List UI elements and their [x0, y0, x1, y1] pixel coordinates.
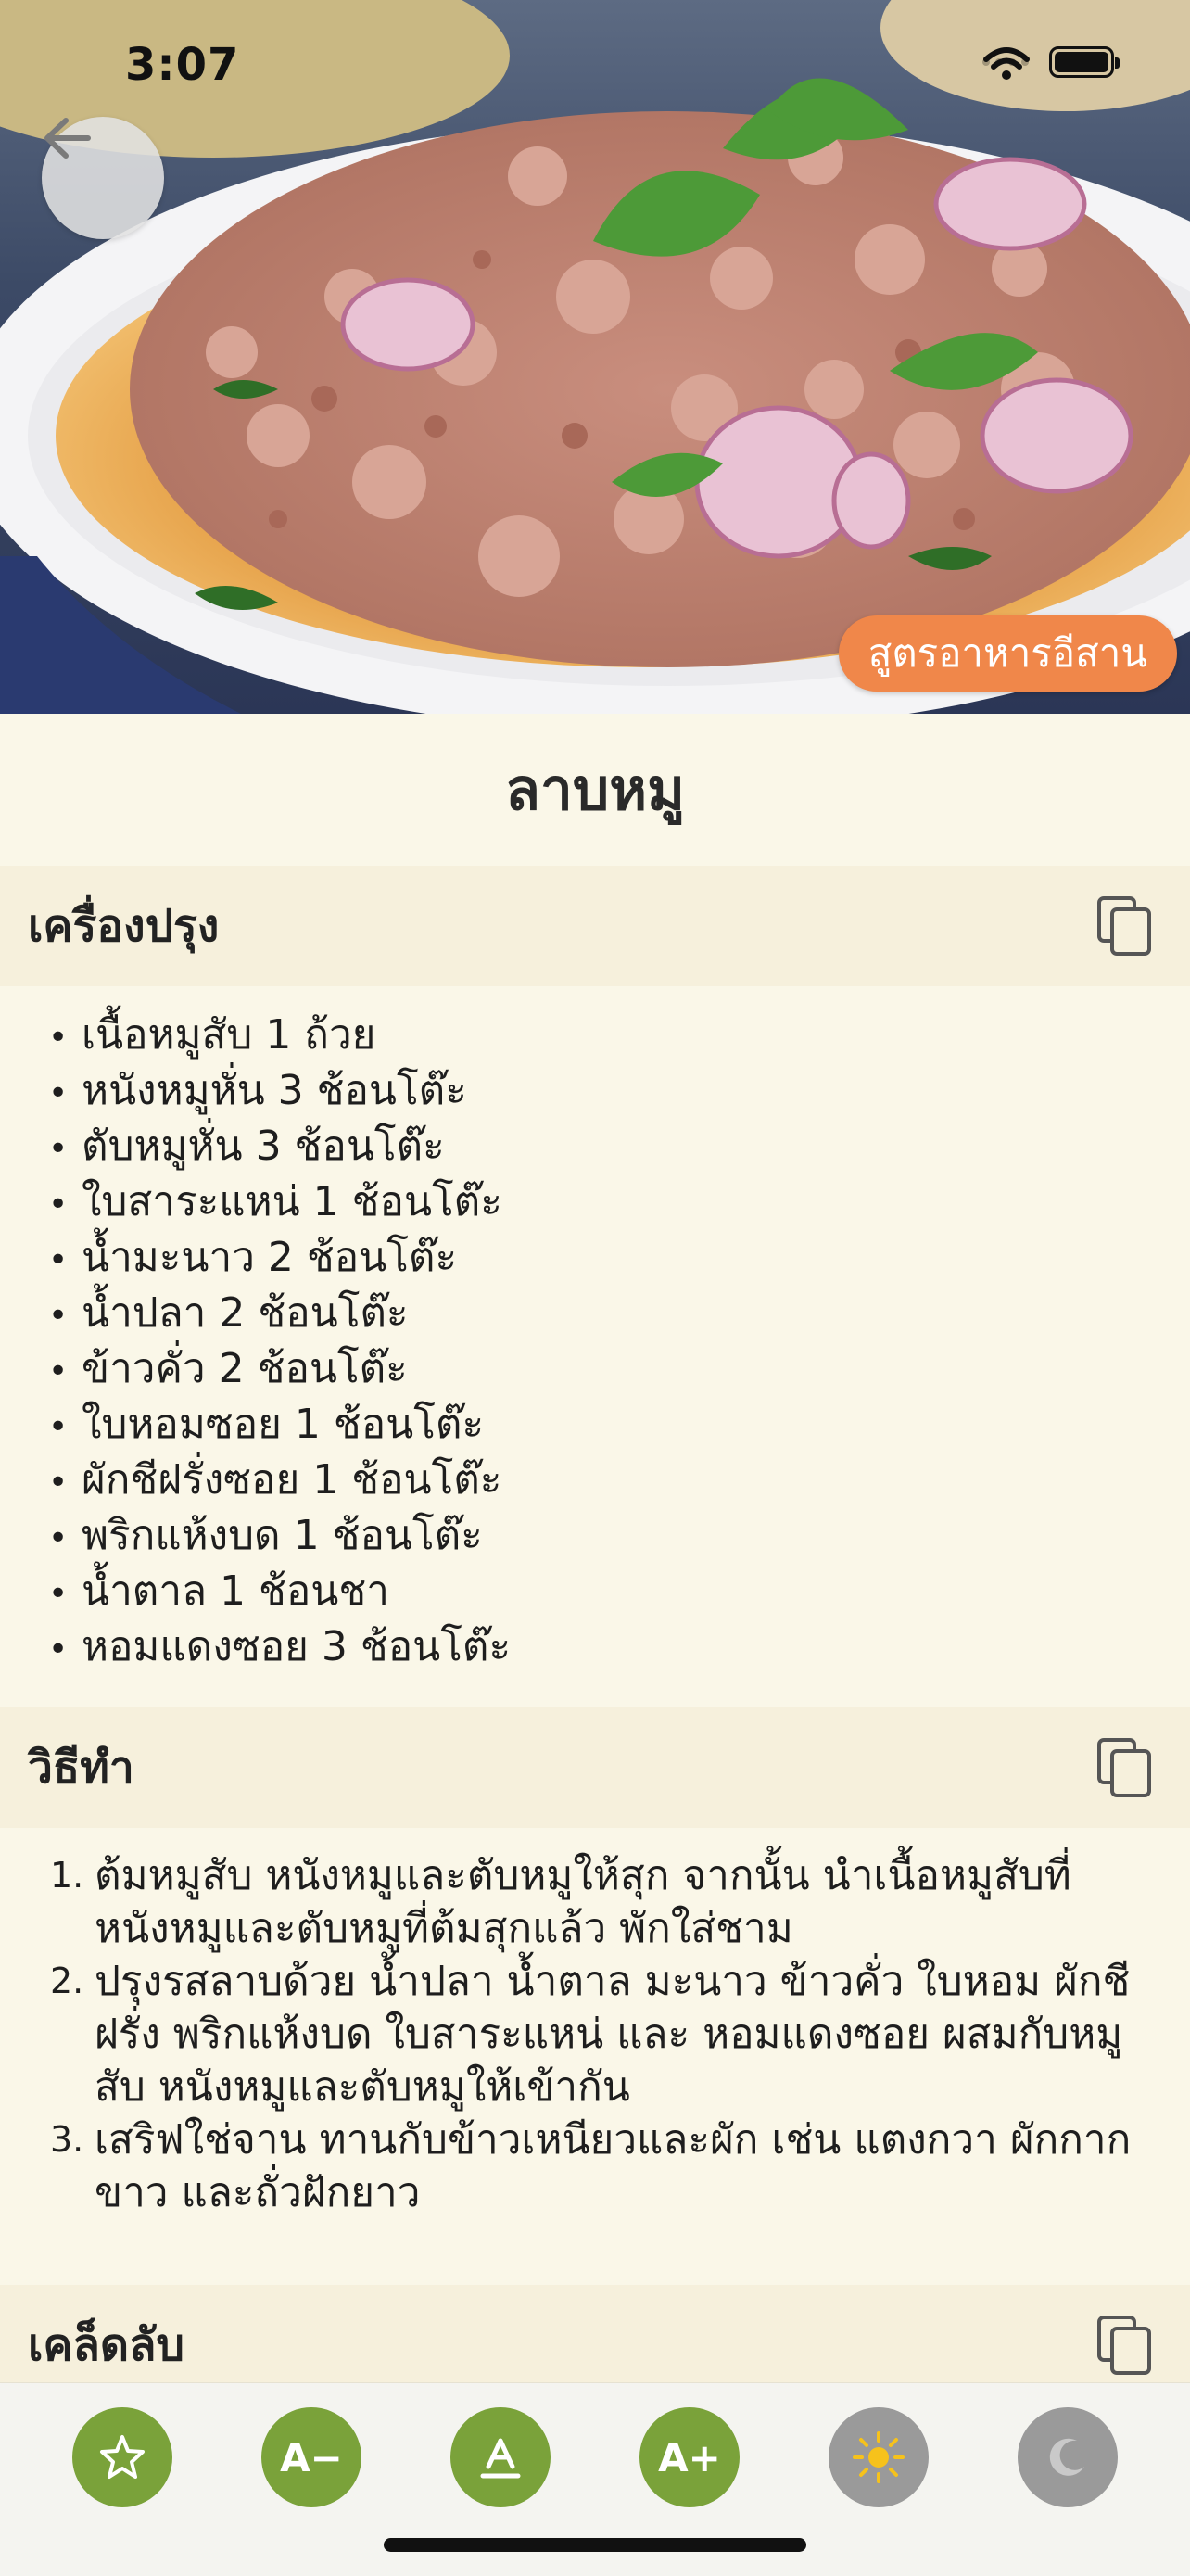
ingredient-item: น้ำมะนาว 2 ช้อนโต๊ะ [48, 1231, 511, 1287]
wifi-icon [983, 47, 1030, 80]
method-header: วิธีทำ [0, 1707, 1190, 1828]
method-title: วิธีทำ [28, 1742, 134, 1794]
font-increase-icon: A+ [658, 2434, 721, 2481]
step-line: ขาว และถั่วฝักยาว [95, 2169, 421, 2216]
ingredients-list: เนื้อหมูสับ 1 ถ้วย หนังหมูหั่น 3 ช้อนโต๊… [48, 1009, 511, 1676]
moon-icon [1049, 2438, 1084, 2476]
step-text: ต้มหมูสับ หนังหมูและตับหมูให้สุก จากนั้น… [95, 1849, 1162, 1955]
decrease-font-button[interactable]: A− [261, 2407, 361, 2507]
step-item: 3. เสริฟใช่จาน ทานกับข้าวเหนียวและผัก เช… [50, 2113, 1162, 2219]
step-line: ปรุงรสลาบด้วย น้ำปลา น้ำตาล มะนาว ข้าวคั… [95, 1958, 1131, 2005]
battery-icon [1049, 46, 1120, 78]
back-button[interactable] [42, 117, 164, 239]
ingredient-item: หอมแดงซอย 3 ช้อนโต๊ะ [48, 1620, 511, 1676]
ingredient-item: พริกแห้งบด 1 ช้อนโต๊ะ [48, 1509, 511, 1565]
ingredient-item: ข้าวคั่ว 2 ช้อนโต๊ะ [48, 1342, 511, 1398]
step-line: หนังหมูและตับหมูที่ต้มสุกแล้ว พักใส่ชาม [95, 1905, 793, 1952]
ingredient-item: ใบสาระแหน่ 1 ช้อนโต๊ะ [48, 1175, 511, 1231]
font-decrease-icon: A− [280, 2434, 343, 2481]
font-reset-icon [480, 2438, 521, 2479]
status-time: 3:07 [125, 39, 240, 91]
arrow-left-icon [44, 118, 91, 159]
ingredients-title: เครื่องปรุง [28, 900, 220, 952]
ingredient-item: หนังหมูหั่น 3 ช้อนโต๊ะ [48, 1064, 511, 1120]
tips-title: เคล็ดลับ [28, 2319, 184, 2371]
step-number: 2. [50, 1961, 84, 2001]
copy-icon [1097, 896, 1151, 956]
dark-mode-button[interactable] [1018, 2407, 1118, 2507]
step-item: 2. ปรุงรสลาบด้วย น้ำปลา น้ำตาล มะนาว ข้า… [50, 1955, 1162, 2113]
step-text: เสริฟใช่จาน ทานกับข้าวเหนียวและผัก เช่น … [95, 2113, 1162, 2219]
hero-food-image: 3:07 สูตรอาหารอีสาน [0, 0, 1190, 714]
category-chip[interactable]: สูตรอาหารอีสาน [838, 615, 1177, 692]
ingredients-header: เครื่องปรุง [0, 866, 1190, 986]
copy-method-button[interactable] [1092, 1735, 1157, 1800]
copy-icon [1097, 1738, 1151, 1797]
favorite-button[interactable] [72, 2407, 172, 2507]
ingredient-item: ตับหมูหั่น 3 ช้อนโต๊ะ [48, 1120, 511, 1175]
status-icons [982, 46, 1120, 80]
ingredient-item: น้ำปลา 2 ช้อนโต๊ะ [48, 1287, 511, 1342]
light-mode-button[interactable] [829, 2407, 929, 2507]
step-line: ฝรั่ง พริกแห้งบด ใบสาระแหน่ และ หอมแดงซอ… [95, 2011, 1123, 2058]
recipe-title: ลาบหมู [505, 755, 685, 823]
step-line: ต้มหมูสับ หนังหมูและตับหมูให้สุก จากนั้น… [95, 1852, 1071, 1899]
copy-tips-button[interactable] [1092, 2313, 1157, 2378]
reset-font-button[interactable] [450, 2407, 551, 2507]
method-steps-list: 1. ต้มหมูสับ หนังหมูและตับหมูให้สุก จากน… [50, 1849, 1162, 2219]
star-icon [100, 2435, 145, 2479]
step-line: สับ หนังหมูและตับหมูให้เข้ากัน [95, 2063, 630, 2111]
ingredient-item: น้ำตาล 1 ช้อนชา [48, 1565, 511, 1620]
step-number: 1. [50, 1855, 84, 1896]
food-illustration [0, 0, 1190, 714]
step-number: 3. [50, 2119, 84, 2160]
step-item: 1. ต้มหมูสับ หนังหมูและตับหมูให้สุก จากน… [50, 1849, 1162, 1955]
step-line: เสริฟใช่จาน ทานกับข้าวเหนียวและผัก เช่น … [95, 2116, 1132, 2164]
ingredient-item: ใบหอมซอย 1 ช้อนโต๊ะ [48, 1398, 511, 1453]
home-indicator [384, 2538, 806, 2552]
copy-ingredients-button[interactable] [1092, 894, 1157, 958]
sun-icon [853, 2431, 905, 2483]
step-text: ปรุงรสลาบด้วย น้ำปลา น้ำตาล มะนาว ข้าวคั… [95, 1955, 1162, 2113]
ingredient-item: ผักชีฝรั่งซอย 1 ช้อนโต๊ะ [48, 1453, 511, 1509]
ingredient-item: เนื้อหมูสับ 1 ถ้วย [48, 1009, 511, 1064]
copy-icon [1097, 2316, 1151, 2375]
increase-font-button[interactable]: A+ [639, 2407, 740, 2507]
